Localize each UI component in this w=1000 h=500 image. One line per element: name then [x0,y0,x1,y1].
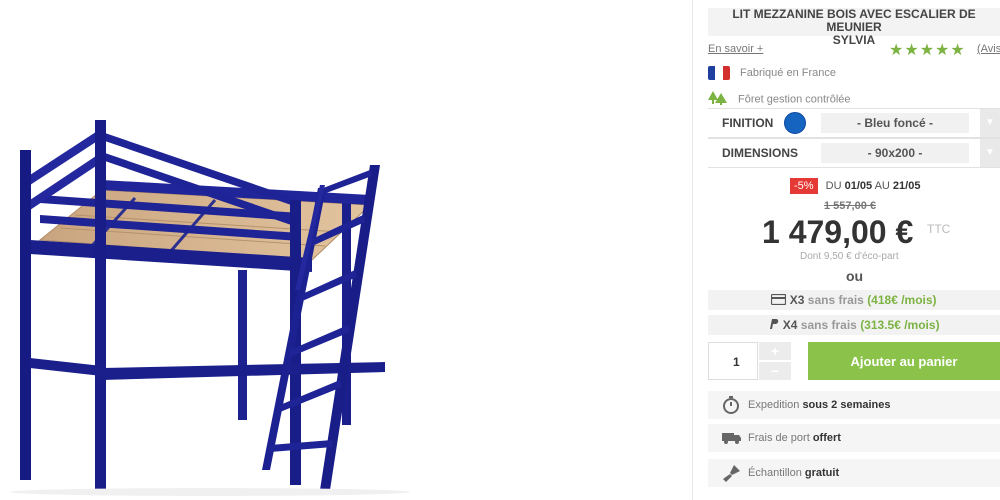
product-panel: LIT MEZZANINE BOIS AVEC ESCALIER DE MEUN… [700,0,1000,500]
dimensions-label: DIMENSIONS [722,146,799,160]
promo-start-date: 01/05 [844,180,873,192]
sample-info: Échantillon gratuit [708,459,1000,487]
feature-made-in-label: Fabriqué en France [740,66,836,79]
reviews-link[interactable]: (Avis [977,43,1000,55]
installment-x4-count: X4 [782,318,798,332]
delivery-value: offert [812,432,841,444]
card-icon [771,293,787,307]
product-title: LIT MEZZANINE BOIS AVEC ESCALIER DE MEUN… [708,7,1000,47]
finish-label: FINITION [722,116,774,130]
product-image[interactable] [0,0,690,500]
dimensions-option[interactable]: DIMENSIONS - 90x200 - ▼ [708,138,1000,168]
installment-x4-text: sans frais [800,318,857,332]
installment-x3-amount: (418€ /mois) [867,293,937,307]
feature-forest: Fôret gestion contrôlée [708,91,851,108]
installment-x4-amount: (313.5€ /mois) [860,318,940,332]
tree-icon [708,91,728,108]
installment-x3[interactable]: X3 sans frais (418€ /mois) [708,290,1000,310]
quantity-input[interactable]: 1 [708,342,758,380]
paint-brush-icon [722,463,742,494]
truck-icon [722,428,742,457]
promo-end-date: 21/05 [892,180,921,192]
add-to-cart-button[interactable]: Ajouter au panier [808,342,1000,380]
installment-x3-text: sans frais [807,293,864,307]
sample-prefix: Échantillon [748,467,802,479]
quantity-decrease-button[interactable]: − [759,362,791,380]
star-icon: ★ [935,42,951,59]
expedition-info: Expedition sous 2 semaines [708,391,1000,419]
learn-more-link[interactable]: En savoir + [708,43,763,55]
chevron-down-icon[interactable]: ▼ [980,139,1000,167]
feature-made-in-france: Fabriqué en France [708,66,836,80]
panel-divider [692,0,693,500]
stopwatch-icon [722,395,740,426]
star-icon: ★ [919,42,936,59]
quantity-increase-button[interactable]: + [759,342,791,360]
eco-part: Dont 9,50 € d'éco-part [800,251,899,262]
finish-option[interactable]: FINITION - Bleu foncé - ▼ [708,108,1000,138]
discount-badge: -5% [790,178,818,194]
rating-stars[interactable]: ★★★★★ [889,40,966,60]
installment-x4[interactable]: X4 sans frais (313.5€ /mois) [708,315,1000,335]
delivery-prefix: Frais de port [748,432,810,444]
product-title-line1: LIT MEZZANINE BOIS AVEC ESCALIER DE MEUN… [732,7,976,34]
finish-color-swatch[interactable] [784,112,806,134]
ttc-label: TTC [927,222,951,236]
france-flag-icon [708,66,730,80]
current-price: 1 479,00 € [762,214,914,250]
star-icon: ★ [904,42,920,59]
finish-select[interactable]: - Bleu foncé - [821,113,969,133]
installment-x3-count: X3 [789,293,805,307]
sample-value: gratuit [804,467,840,479]
chevron-down-icon[interactable]: ▼ [980,109,1000,137]
paypal-icon [768,318,779,332]
promo-au: AU [874,180,890,192]
dimensions-select[interactable]: - 90x200 - [821,143,969,163]
delivery-info: Frais de port offert [708,424,1000,452]
old-price: 1 557,00 € [824,200,876,212]
feature-forest-label: Fôret gestion contrôlée [738,93,851,106]
expedition-prefix: Expedition [748,399,800,411]
star-icon: ★ [950,42,966,59]
loft-bed-illustration [10,120,410,496]
promo-du: DU [825,180,842,192]
or-separator: ou [846,268,864,284]
star-icon: ★ [889,42,905,59]
expedition-value: sous 2 semaines [802,399,891,411]
promo-period: -5% DU 01/05 AU 21/05 [790,178,920,194]
